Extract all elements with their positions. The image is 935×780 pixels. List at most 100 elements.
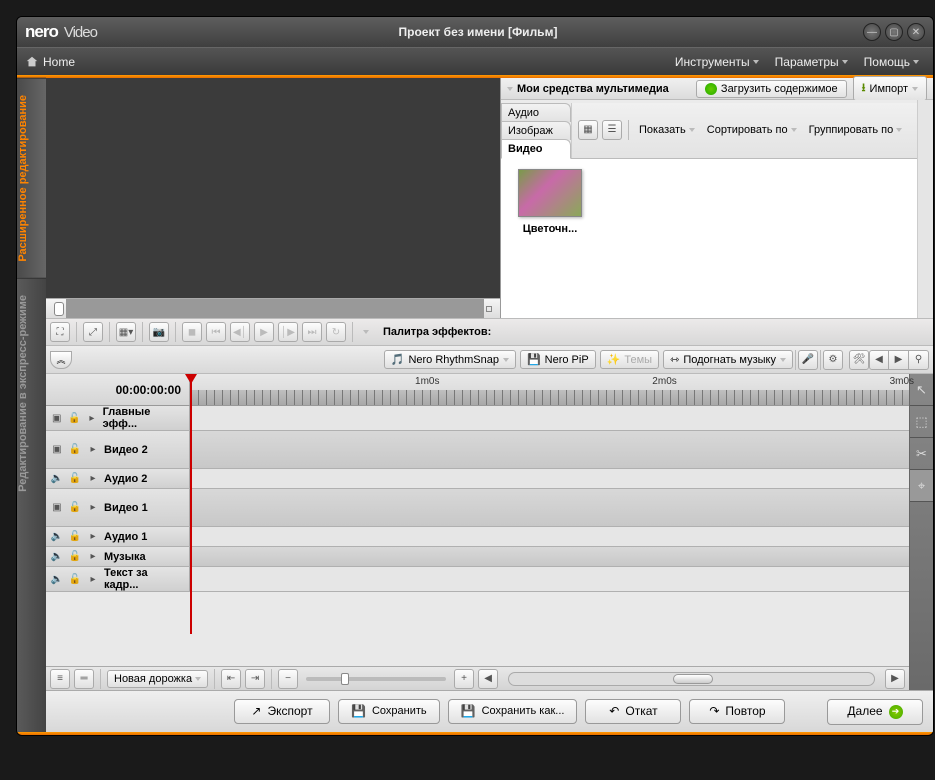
view-list-button[interactable]: ☰ (602, 120, 622, 140)
track-view-1-button[interactable]: ≡ (50, 669, 70, 689)
redo-button[interactable]: ↷Повтор (689, 699, 785, 724)
undo-icon: ↶ (609, 705, 619, 718)
next-frame-button[interactable]: ⏭ (302, 322, 322, 342)
snapshot-dropdown[interactable]: ▦▾ (116, 322, 136, 342)
expand-icon[interactable]: ▸ (86, 502, 100, 513)
tools-button[interactable]: 🛠 (849, 350, 869, 370)
expand-icon[interactable]: ▸ (86, 444, 100, 455)
lock-icon[interactable]: 🔓 (68, 444, 82, 455)
play-button[interactable]: ▶ (254, 322, 274, 342)
media-item[interactable]: Цветочн... (511, 169, 589, 235)
zoom-slider[interactable] (306, 677, 446, 681)
magnet-tool-button[interactable]: ⌖ (910, 470, 933, 502)
lock-icon[interactable]: 🔓 (68, 574, 82, 585)
pip-button[interactable]: 💾Nero PiP (520, 350, 596, 369)
track-body[interactable] (190, 431, 909, 468)
track-body[interactable] (190, 406, 909, 430)
chevron-down-icon (780, 358, 786, 362)
scrubber-handle-icon[interactable] (54, 302, 64, 316)
side-tab-express-editing[interactable]: Редактирование в экспресс-режиме (17, 278, 46, 508)
scrollbar[interactable] (917, 100, 933, 318)
lock-icon[interactable]: 🔓 (68, 531, 82, 542)
next-button[interactable]: Далее➔ (827, 699, 923, 725)
tab-video[interactable]: Видео (501, 139, 571, 159)
group-dropdown[interactable]: Группировать по (805, 122, 907, 138)
expand-icon[interactable]: ▸ (86, 551, 100, 562)
lock-icon[interactable]: 🔓 (68, 413, 82, 424)
horizontal-scrollbar[interactable] (508, 672, 875, 686)
expand-icon[interactable]: ▸ (85, 413, 99, 424)
track-body[interactable] (190, 567, 909, 591)
preview-scrubber[interactable] (46, 298, 500, 318)
slider-handle-icon[interactable] (341, 673, 349, 685)
marker-button[interactable]: ⚲ (909, 350, 929, 370)
track-view-2-button[interactable]: ═ (74, 669, 94, 689)
track-body[interactable] (190, 469, 909, 488)
track-body[interactable] (190, 527, 909, 546)
scroll-right-button[interactable]: ▶ (885, 669, 905, 689)
themes-button[interactable]: ✨Темы (600, 350, 659, 369)
track-body[interactable] (190, 547, 909, 566)
timeline-next-button[interactable]: ▶ (889, 350, 909, 370)
playhead[interactable] (190, 374, 192, 634)
step-fwd-button[interactable]: │▶ (278, 322, 298, 342)
mic-button[interactable]: 🎤 (798, 350, 818, 370)
menu-options[interactable]: Параметры (769, 53, 854, 71)
lock-icon[interactable]: 🔓 (68, 502, 82, 513)
export-button[interactable]: ↗Экспорт (234, 699, 330, 724)
view-thumbnails-button[interactable]: ▦ (578, 120, 598, 140)
select-tool-button[interactable]: ⬚ (910, 406, 933, 438)
timeline-ruler[interactable]: 1m0s 2m0s 3m0s (190, 374, 909, 405)
track-header: 🔈🔓▸Аудио 1 (46, 527, 190, 546)
track-body[interactable] (190, 489, 909, 526)
scroll-left-button[interactable]: ◀ (478, 669, 498, 689)
timeline-prev-button[interactable]: ◀ (869, 350, 889, 370)
track-label: Главные эфф... (103, 406, 185, 430)
home-button[interactable]: Home (25, 55, 75, 69)
loop-button[interactable]: ↻ (326, 322, 346, 342)
cut-tool-button[interactable]: ✂ (910, 438, 933, 470)
track-type-icon: 🔈 (50, 574, 64, 585)
collapse-timeline-button[interactable]: ︽ (50, 351, 72, 369)
rhythmsnap-button[interactable]: 🎵Nero RhythmSnap (384, 350, 516, 369)
collapse-icon[interactable] (507, 87, 513, 91)
stop-button[interactable]: ◼ (182, 322, 202, 342)
fit-music-button[interactable]: ⇿Подогнать музыку (663, 350, 793, 369)
track-header: 🔈🔓▸Аудио 2 (46, 469, 190, 488)
expand-icon[interactable]: ▸ (86, 531, 100, 542)
media-panel: Мои средства мультимедиа Загрузить содер… (501, 78, 933, 318)
new-track-dropdown[interactable]: Новая дорожка (107, 670, 208, 688)
minimize-button[interactable]: — (863, 23, 881, 41)
maximize-button[interactable]: ▢ (885, 23, 903, 41)
fullscreen-button[interactable]: ⛶ (50, 322, 70, 342)
lock-icon[interactable]: 🔓 (68, 473, 82, 484)
save-button[interactable]: 💾Сохранить (338, 699, 440, 724)
side-tab-advanced-editing[interactable]: Расширенное редактирование (17, 78, 46, 278)
close-button[interactable]: ✕ (907, 23, 925, 41)
snap-left-button[interactable]: ⇤ (221, 669, 241, 689)
prev-frame-button[interactable]: ⏮ (206, 322, 226, 342)
lock-icon[interactable]: 🔓 (68, 551, 82, 562)
step-back-button[interactable]: ◀│ (230, 322, 250, 342)
menu-tools[interactable]: Инструменты (669, 53, 765, 71)
tab-image[interactable]: Изображ (501, 121, 571, 140)
expand-icon[interactable]: ▸ (86, 473, 100, 484)
settings-button[interactable]: ⚙ (823, 350, 843, 370)
sort-dropdown[interactable]: Сортировать по (703, 122, 801, 138)
home-icon (25, 55, 39, 69)
load-content-button[interactable]: Загрузить содержимое (696, 80, 847, 98)
zoom-in-button[interactable]: + (454, 669, 474, 689)
timeline-bottom-tools: ≡ ═ Новая дорожка ⇤ ⇥ − + ◀ ▶ (46, 666, 909, 690)
snap-right-button[interactable]: ⇥ (245, 669, 265, 689)
fit-button[interactable]: ⤢ (83, 322, 103, 342)
zoom-out-button[interactable]: − (278, 669, 298, 689)
undo-button[interactable]: ↶Откат (585, 699, 681, 724)
save-as-button[interactable]: 💾Сохранить как... (448, 699, 578, 724)
camera-button[interactable]: 📷 (149, 322, 169, 342)
menu-help[interactable]: Помощь (858, 53, 925, 71)
expand-icon[interactable]: ▸ (86, 574, 100, 585)
collapse-icon[interactable] (363, 330, 369, 334)
tab-audio[interactable]: Аудио (501, 103, 571, 122)
show-dropdown[interactable]: Показать (635, 122, 699, 138)
import-button[interactable]: ⭳Импорт (853, 76, 927, 101)
